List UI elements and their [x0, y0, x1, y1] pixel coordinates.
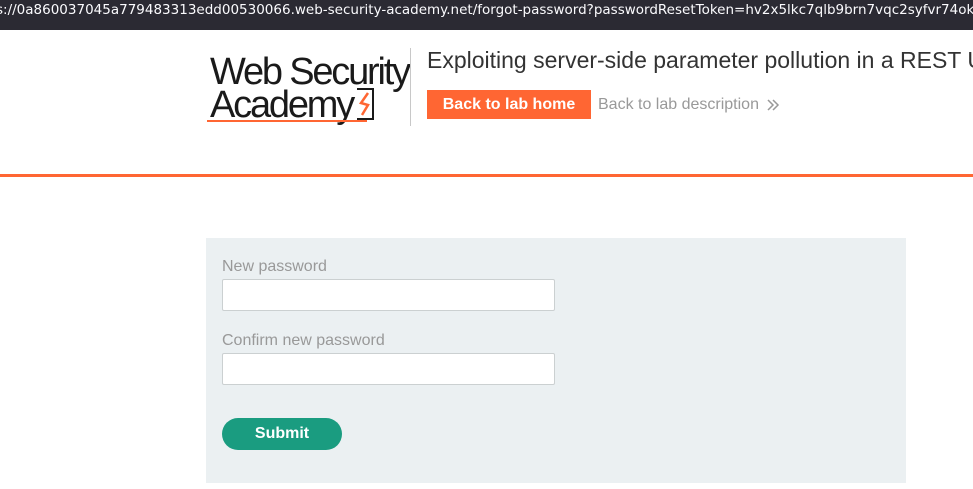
submit-button[interactable]: Submit	[222, 418, 342, 450]
web-security-academy-logo[interactable]: Web Security Academy	[205, 50, 411, 128]
confirm-password-label: Confirm new password	[222, 332, 385, 349]
browser-url-bar[interactable]: s://0a860037045a779483313edd00530066.web…	[0, 0, 973, 30]
double-chevron-right-icon	[767, 99, 780, 111]
logo-text-line2: Academy	[210, 84, 355, 126]
new-password-input[interactable]	[222, 279, 555, 311]
lab-title: Exploiting server-side parameter polluti…	[427, 47, 973, 73]
confirm-password-input[interactable]	[222, 353, 555, 385]
url-text: s://0a860037045a779483313edd00530066.web…	[0, 2, 973, 18]
back-to-lab-description-link[interactable]: Back to lab description	[598, 95, 780, 115]
header-separator	[0, 174, 973, 177]
lightning-bolt-icon	[357, 88, 374, 120]
new-password-label: New password	[222, 258, 327, 275]
header-divider	[410, 48, 411, 126]
back-to-lab-description-label: Back to lab description	[598, 96, 759, 113]
logo-underline	[207, 120, 367, 122]
back-to-lab-home-button[interactable]: Back to lab home	[427, 90, 591, 119]
